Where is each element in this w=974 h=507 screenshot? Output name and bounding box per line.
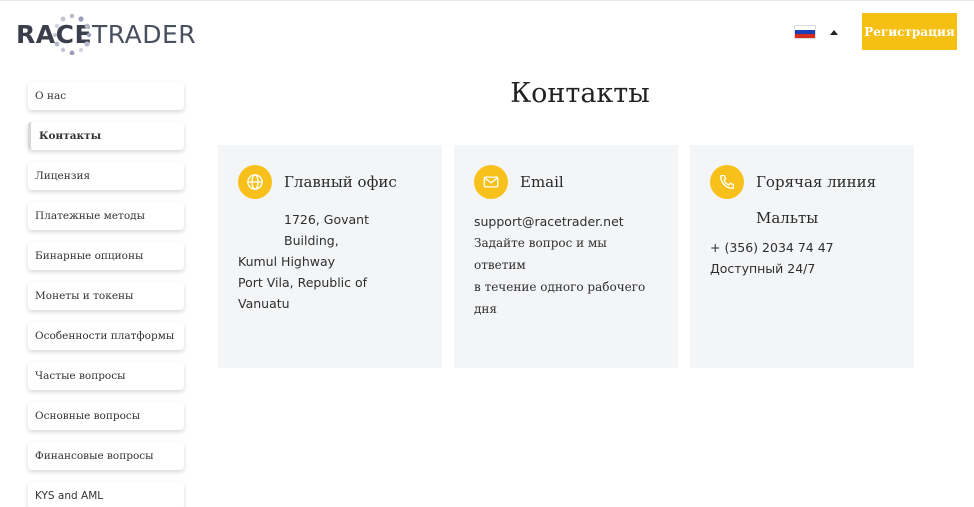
sidebar-item-payment-methods[interactable]: Платежные методы [28,202,184,230]
address-line: Vanuatu [238,296,290,311]
hotline-phone-number[interactable]: + (356) 2034 74 47 [710,237,894,258]
address-line: 1726, Govant Building, [284,212,369,248]
sidebar-item-faq[interactable]: Частые вопросы [28,362,184,390]
globe-icon [238,165,272,199]
sidebar-menu: О нас Контакты Лицензия Платежные методы… [28,82,185,507]
email-card: Email support@racetrader.net Задайте воп… [454,145,678,368]
register-button[interactable]: Регистрация [862,13,957,50]
sidebar-item-platform-features[interactable]: Особенности платформы [28,322,184,350]
logo-part-trader: TRADER [92,19,197,49]
email-address-link[interactable]: support@racetrader.net [474,211,658,232]
sidebar-item-binary-options[interactable]: Бинарные опционы [28,242,184,270]
email-title: Email [520,173,564,191]
phone-icon [710,165,744,199]
email-note-line: Задайте вопрос и мы ответим [474,236,607,272]
sidebar-item-financial-questions[interactable]: Финансовые вопросы [28,442,184,470]
office-address: 1726, Govant Building, Kumul Highway Por… [238,209,422,314]
hotline-title: Горячая линия [756,173,877,191]
page-title: Контакты [510,78,650,109]
sidebar-item-main-questions[interactable]: Основные вопросы [28,402,184,430]
address-line: Port Vila, Republic of [238,275,368,290]
top-border [0,0,974,1]
hotline-availability: Доступный 24/7 [710,261,816,276]
caret-up-icon [830,29,838,35]
russian-flag-icon [794,25,816,39]
hotline-card: Горячая линия Мальты + (356) 2034 74 47 … [690,145,914,368]
sidebar-item-license[interactable]: Лицензия [28,162,184,190]
sidebar-item-about[interactable]: О нас [28,82,184,110]
sidebar-item-contacts[interactable]: Контакты [28,122,184,150]
sidebar-item-kys-aml[interactable]: KYS and AML [28,482,184,507]
office-card: Главный офис 1726, Govant Building, Kumu… [218,145,442,368]
logo-part-race: RACE [16,19,93,49]
office-title: Главный офис [284,173,397,191]
hotline-title-cont: Мальты [756,209,819,227]
email-note-line: в течение одного рабочего дня [474,280,646,316]
sidebar-item-coins-tokens[interactable]: Монеты и токены [28,282,184,310]
mail-icon [474,165,508,199]
racetrader-logo[interactable]: RACETRADER [16,13,197,55]
language-selector[interactable] [794,25,838,39]
address-line: Kumul Highway [238,254,336,269]
flag-stripe-red [795,34,815,38]
